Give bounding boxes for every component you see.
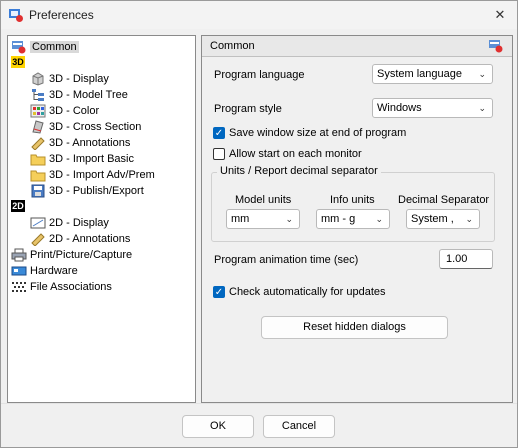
panel-header: Common [202, 36, 512, 57]
cube-icon [30, 72, 46, 86]
checkmark-icon: ✓ [214, 287, 224, 298]
decimal-separator-select[interactable]: System , ⌄ [406, 209, 480, 229]
model-units-label: Model units [235, 194, 292, 206]
tree-item-label: 2D - Annotations [49, 233, 131, 246]
program-language-label: Program language [214, 69, 305, 81]
folder-icon [30, 168, 46, 182]
info-units-label: Info units [330, 194, 375, 206]
tree-item-file-associations[interactable]: File Associations [11, 279, 112, 295]
tree-item-print[interactable]: Print/Picture/Capture [11, 247, 132, 263]
units-group [211, 172, 495, 242]
units-group-title: Units / Report decimal separator [217, 165, 381, 177]
close-icon: ✕ [494, 7, 506, 22]
check-updates-checkbox[interactable]: ✓ [213, 286, 225, 298]
cross-section-icon [30, 120, 46, 134]
color-grid-icon [30, 104, 46, 118]
3d-badge[interactable]: 3D [11, 56, 25, 68]
allow-start-monitor-checkbox[interactable] [213, 148, 225, 160]
tree-item-3d-annotations[interactable]: 3D - Annotations [30, 135, 130, 151]
footer-divider [1, 403, 517, 404]
ruler-icon [30, 136, 46, 151]
preferences-window: Preferences ✕ Common 3D 3D - Display 3D … [0, 0, 518, 448]
app-icon [9, 9, 23, 22]
tree-item-3d-color[interactable]: 3D - Color [30, 103, 99, 119]
panel-title: Common [210, 40, 255, 52]
preferences-tree[interactable]: Common 3D 3D - Display 3D - Model Tree 3… [7, 35, 196, 403]
tree-item-label: Print/Picture/Capture [30, 249, 133, 262]
save-window-size-checkbox[interactable]: ✓ [213, 127, 225, 139]
tree-item-label: File Associations [30, 281, 112, 294]
allow-start-monitor-label: Allow start on each monitor [229, 148, 362, 160]
chevron-down-icon: ⌄ [478, 103, 486, 113]
ruler-icon [30, 232, 46, 247]
info-units-value: mm - g [321, 213, 356, 225]
tree-item-3d-publish-export[interactable]: 3D - Publish/Export [30, 183, 144, 199]
tree-item-3d-cross-section[interactable]: 3D - Cross Section [30, 119, 141, 135]
printer-icon [11, 248, 27, 262]
tree-item-3d-model-tree[interactable]: 3D - Model Tree [30, 87, 128, 103]
display-icon [30, 216, 46, 230]
tree-item-label: 3D - Color [49, 105, 100, 118]
cancel-button[interactable]: Cancel [263, 415, 335, 438]
tree-item-label: 2D - Display [49, 217, 109, 230]
tree-item-3d-import-adv[interactable]: 3D - Import Adv/Prem [30, 167, 155, 183]
check-updates-label: Check automatically for updates [229, 286, 386, 298]
tree-item-label: 3D - Publish/Export [49, 185, 144, 198]
tree-item-common[interactable]: Common [11, 39, 79, 55]
tree-item-2d-display[interactable]: 2D - Display [30, 215, 109, 231]
checkmark-icon: ✓ [214, 128, 224, 139]
animation-time-label: Program animation time (sec) [214, 254, 359, 266]
chevron-down-icon: ⌄ [478, 69, 486, 79]
tree-item-3d-import-basic[interactable]: 3D - Import Basic [30, 151, 134, 167]
title-bar[interactable]: Preferences ✕ [1, 1, 517, 29]
folder-icon [30, 152, 46, 166]
tree-item-label: 3D - Import Adv/Prem [49, 169, 155, 182]
tree-item-label: 3D - Annotations [49, 137, 131, 150]
save-icon [30, 184, 46, 198]
close-button[interactable]: ✕ [489, 4, 511, 26]
program-style-value: Windows [377, 102, 422, 114]
model-units-select[interactable]: mm ⌄ [226, 209, 300, 229]
decimal-separator-value: System , [411, 213, 454, 225]
reset-hidden-dialogs-button[interactable]: Reset hidden dialogs [261, 316, 448, 339]
hardware-icon [11, 264, 27, 278]
file-assoc-icon [11, 280, 27, 294]
tree-item-hardware[interactable]: Hardware [11, 263, 78, 279]
animation-time-input[interactable]: 1.00 [439, 249, 493, 269]
common-settings-icon [11, 40, 27, 54]
model-units-value: mm [231, 213, 250, 225]
tree-item-label: 3D - Display [49, 73, 109, 86]
decimal-separator-label: Decimal Separator [398, 194, 490, 206]
program-language-value: System language [377, 68, 462, 80]
program-style-label: Program style [214, 103, 282, 115]
tree-item-label: 3D - Model Tree [49, 89, 128, 102]
tree-icon [30, 88, 46, 102]
ok-button[interactable]: OK [182, 415, 254, 438]
chevron-down-icon: ⌄ [465, 214, 473, 224]
save-window-size-label: Save window size at end of program [229, 127, 407, 139]
common-settings-icon [489, 40, 503, 53]
program-language-select[interactable]: System language ⌄ [372, 64, 493, 84]
chevron-down-icon: ⌄ [375, 214, 383, 224]
window-title: Preferences [29, 8, 94, 22]
2d-badge[interactable]: 2D [11, 200, 25, 212]
program-style-select[interactable]: Windows ⌄ [372, 98, 493, 118]
tree-item-label: 3D - Import Basic [49, 153, 134, 166]
tree-item-3d-display[interactable]: 3D - Display [30, 71, 109, 87]
tree-item-label: Common [30, 41, 79, 54]
info-units-select[interactable]: mm - g ⌄ [316, 209, 390, 229]
tree-item-2d-annotations[interactable]: 2D - Annotations [30, 231, 130, 247]
tree-item-label: Hardware [30, 265, 78, 278]
chevron-down-icon: ⌄ [285, 214, 293, 224]
tree-item-label: 3D - Cross Section [49, 121, 142, 134]
